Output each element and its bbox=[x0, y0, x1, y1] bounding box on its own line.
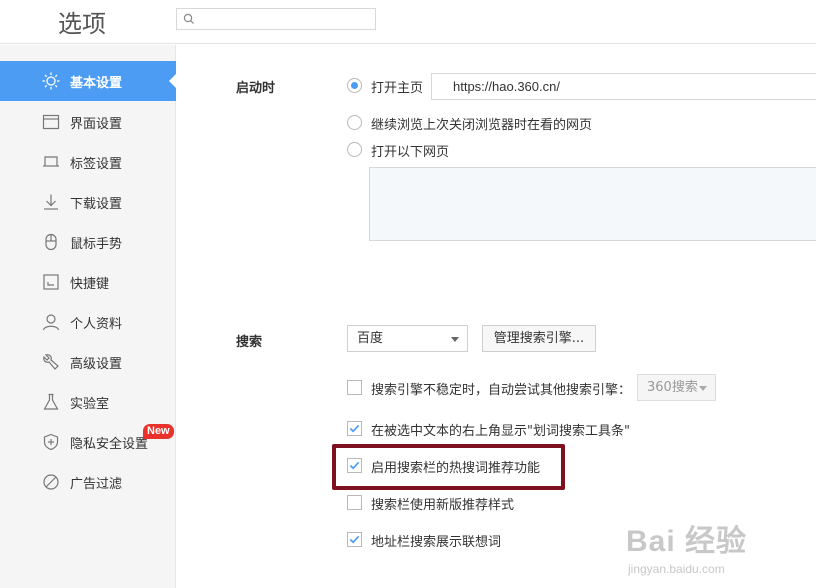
highlight-annotation-box bbox=[332, 444, 565, 490]
page-title: 选项 bbox=[58, 10, 106, 38]
search-engine-selected-value: 百度 bbox=[357, 331, 384, 346]
homepage-url-input[interactable]: https://hao.360.cn/ bbox=[431, 73, 816, 100]
checkbox-new-suggestion-style-label: 搜索栏使用新版推荐样式 bbox=[371, 498, 515, 513]
sidebar-item-basic-settings[interactable]: 基本设置 bbox=[0, 61, 177, 101]
checkbox-address-bar-suggestions[interactable] bbox=[347, 532, 362, 547]
checkbox-auto-fallback-engine-label: 搜索引擎不稳定时，自动尝试其他搜索引擎： bbox=[371, 383, 632, 398]
search-input[interactable] bbox=[199, 10, 371, 28]
sidebar-item-ad-filter[interactable]: 广告过滤 bbox=[0, 462, 176, 502]
sun-icon bbox=[42, 72, 60, 90]
radio-continue-session[interactable] bbox=[347, 115, 362, 130]
radio-open-homepage[interactable] bbox=[347, 78, 362, 93]
search-icon bbox=[183, 13, 194, 24]
sidebar-item-profile[interactable]: 个人资料 bbox=[0, 302, 176, 342]
search-box[interactable] bbox=[176, 8, 376, 30]
checkbox-new-suggestion-style[interactable] bbox=[347, 495, 362, 510]
sidebar-item-label: 界面设置 bbox=[70, 117, 123, 132]
fallback-engine-select[interactable]: 360搜索 bbox=[637, 374, 716, 401]
tab-icon bbox=[43, 156, 59, 167]
sidebar-item-label: 实验室 bbox=[70, 397, 110, 412]
baidu-jingyan-watermark: Bai 经验 jingyan.baidu.com bbox=[626, 514, 816, 588]
checkbox-selection-search-toolbar[interactable] bbox=[347, 421, 362, 436]
fallback-engine-selected-value: 360搜索 bbox=[647, 380, 698, 395]
checkbox-selection-search-toolbar-label: 在被选中文本的右上角显示"划词搜索工具条" bbox=[371, 424, 630, 439]
block-icon bbox=[43, 474, 59, 490]
flask-icon bbox=[43, 393, 59, 410]
new-badge: New bbox=[143, 424, 174, 439]
search-engine-select[interactable]: 百度 bbox=[347, 325, 468, 352]
shield-icon bbox=[43, 433, 59, 451]
chevron-down-icon bbox=[699, 386, 707, 391]
sidebar-item-label: 个人资料 bbox=[70, 317, 123, 332]
window-icon bbox=[42, 114, 60, 130]
wrench-icon bbox=[43, 354, 59, 370]
startup-section-label: 启动时 bbox=[236, 81, 276, 96]
sidebar: 基本设置 界面设置 标签设置 下载设置 鼠标手势 快捷键 个人资料 高级设置 实… bbox=[0, 45, 177, 588]
sidebar-item-label: 标签设置 bbox=[70, 157, 123, 172]
sidebar-item-interface-settings[interactable]: 界面设置 bbox=[0, 102, 176, 142]
manage-search-engines-button[interactable]: 管理搜索引擎... bbox=[482, 325, 596, 352]
sidebar-item-label: 广告过滤 bbox=[70, 477, 123, 492]
sidebar-item-label: 隐私安全设置 bbox=[70, 437, 149, 452]
radio-open-homepage-label: 打开主页 bbox=[371, 81, 424, 96]
sidebar-item-label: 鼠标手势 bbox=[70, 237, 123, 252]
sidebar-item-download-settings[interactable]: 下载设置 bbox=[0, 182, 176, 222]
sidebar-item-label: 高级设置 bbox=[70, 357, 123, 372]
sidebar-item-lab[interactable]: 实验室 bbox=[0, 382, 176, 422]
chevron-down-icon bbox=[451, 337, 459, 342]
watermark-site: jingyan.baidu.com bbox=[628, 562, 725, 576]
sidebar-item-label: 下载设置 bbox=[70, 197, 123, 212]
checkmark-icon bbox=[349, 424, 360, 433]
checkbox-address-bar-suggestions-label: 地址栏搜索展示联想词 bbox=[371, 535, 502, 550]
sidebar-item-label: 基本设置 bbox=[70, 76, 123, 91]
sidebar-item-advanced-settings[interactable]: 高级设置 bbox=[0, 342, 176, 382]
sidebar-item-shortcuts[interactable]: 快捷键 bbox=[0, 262, 176, 302]
user-icon bbox=[42, 314, 60, 331]
mouse-icon bbox=[45, 233, 57, 251]
sidebar-item-privacy-security[interactable]: 隐私安全设置 New bbox=[0, 422, 176, 462]
sidebar-item-mouse-gestures[interactable]: 鼠标手势 bbox=[0, 222, 176, 262]
startup-pages-list[interactable] bbox=[369, 167, 816, 241]
sidebar-item-tab-settings[interactable]: 标签设置 bbox=[0, 142, 176, 182]
watermark-brand: Bai 经验 bbox=[626, 525, 748, 558]
download-icon bbox=[44, 194, 58, 210]
keyboard-icon bbox=[43, 274, 59, 290]
checkbox-auto-fallback-engine[interactable] bbox=[347, 380, 362, 395]
radio-open-pages-label: 打开以下网页 bbox=[371, 145, 450, 160]
header-bar: 选项 bbox=[0, 0, 816, 44]
search-section-label: 搜索 bbox=[236, 335, 263, 350]
checkmark-icon bbox=[349, 535, 360, 544]
sidebar-item-label: 快捷键 bbox=[70, 277, 110, 292]
radio-open-pages[interactable] bbox=[347, 142, 362, 157]
radio-continue-session-label: 继续浏览上次关闭浏览器时在看的网页 bbox=[371, 118, 593, 133]
